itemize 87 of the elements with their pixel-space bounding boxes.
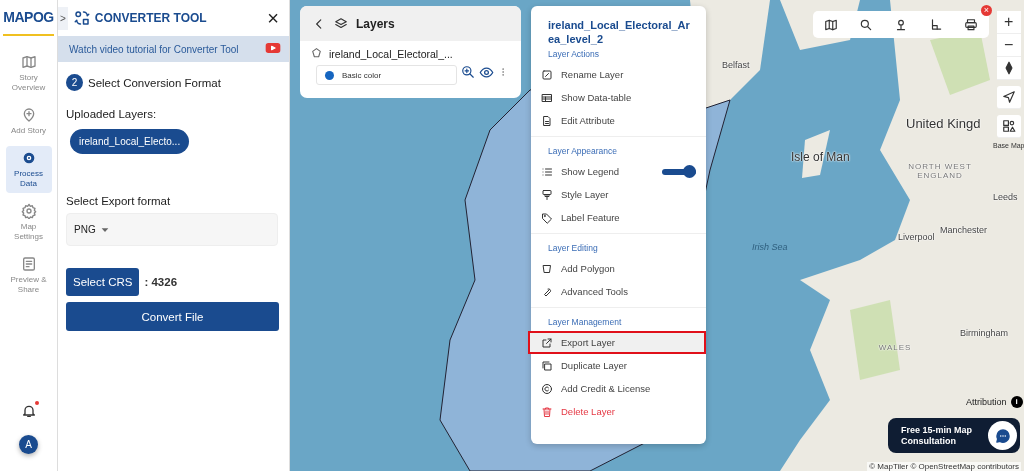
select-crs-button[interactable]: Select CRS	[66, 268, 140, 296]
basemap-button[interactable]	[996, 115, 1021, 138]
tag-icon	[541, 211, 553, 224]
avatar[interactable]: A	[19, 435, 38, 454]
section-heading: Layer Editing	[547, 242, 599, 255]
menu-item[interactable]: Show Legend	[531, 160, 706, 183]
color-swatch	[325, 70, 334, 80]
section-label: Uploaded Layers:	[66, 108, 158, 120]
external-link-icon	[541, 336, 553, 349]
convert-icon	[72, 9, 91, 27]
step-number: 2	[66, 74, 83, 91]
rail-item[interactable]: Map Settings	[5, 199, 52, 246]
section-heading: Layer Actions	[547, 48, 601, 61]
menu-item[interactable]: Export Layer	[528, 331, 706, 354]
crs-value: : 4326	[144, 276, 178, 288]
section-heading: Layer Appearance	[547, 145, 618, 158]
print-icon[interactable]	[964, 17, 979, 32]
bell-icon	[20, 403, 37, 419]
map-label: Manchester	[940, 225, 988, 235]
toggle-switch[interactable]	[662, 168, 696, 175]
menu-item[interactable]: Add Polygon	[531, 257, 706, 280]
map-icon	[20, 54, 37, 70]
menu-title: ireland_Local_Electoral_Area_level_2	[547, 18, 691, 46]
chat-icon	[993, 426, 1012, 445]
layers-icon	[334, 16, 348, 31]
section-label: Select Export format	[66, 195, 172, 207]
rail-item[interactable]: Add Story	[5, 103, 52, 140]
polygon-icon	[541, 262, 553, 275]
rail-item[interactable]: Preview & Share	[5, 252, 52, 299]
eye-icon	[479, 64, 494, 80]
menu-item[interactable]: Rename Layer	[531, 63, 706, 86]
menu-item[interactable]: Label Feature	[531, 206, 706, 229]
attribution-label: Attribution	[966, 397, 1007, 407]
ruler-icon[interactable]	[929, 17, 944, 32]
section-heading: Layer Management	[547, 316, 623, 329]
menu-item[interactable]: Style Layer	[531, 183, 706, 206]
panel-title: CONVERTER TOOL	[94, 11, 208, 25]
map-label: Leeds	[993, 192, 1018, 202]
map[interactable]	[290, 0, 1024, 471]
layer-name[interactable]: ireland_Local_Electoral_...	[329, 47, 453, 60]
format-dropdown[interactable]: PNG	[66, 213, 278, 246]
zoom-in-icon	[461, 65, 475, 79]
settings-icon	[20, 203, 37, 219]
map-label: United Kingd	[906, 116, 981, 131]
document-icon	[541, 114, 553, 127]
step-title: Select Conversion Format	[88, 76, 221, 89]
menu-item[interactable]: Edit Attribute	[531, 109, 706, 132]
compass-button[interactable]	[996, 57, 1021, 80]
collapse-button[interactable]: >	[58, 6, 68, 30]
polygon-icon	[310, 47, 323, 60]
map-icon[interactable]	[823, 17, 838, 32]
search-icon[interactable]	[858, 17, 873, 32]
menu-item[interactable]: Add Credit & License	[531, 377, 706, 400]
map-label: Birmingham	[960, 328, 1008, 338]
brush-icon	[541, 188, 553, 201]
trash-icon	[541, 405, 553, 418]
menu-item[interactable]: Show Data-table	[531, 86, 706, 109]
shapes-icon	[1001, 119, 1016, 133]
menu-item[interactable]: Delete Layer	[531, 400, 706, 423]
style-legend[interactable]: Basic color	[316, 65, 457, 85]
map-label: NORTH WEST ENGLAND	[907, 162, 973, 180]
zoom-in-button[interactable]: +	[996, 11, 1021, 34]
menu-item[interactable]: Duplicate Layer	[531, 354, 706, 377]
zoom-out-button[interactable]: −	[996, 34, 1021, 57]
close-button[interactable]: ×	[981, 5, 992, 16]
document-icon	[20, 256, 37, 272]
copyright-icon	[541, 382, 553, 395]
map-label: Liverpool	[898, 232, 935, 242]
map-label: Irish Sea	[752, 242, 788, 252]
close-button[interactable]: ×	[267, 8, 279, 28]
consultation-banner[interactable]: Free 15-min Map Consultation	[888, 418, 1020, 453]
locate-button[interactable]	[996, 86, 1021, 109]
map-label: WALES	[877, 343, 913, 352]
chat-button[interactable]	[988, 421, 1017, 450]
table-icon	[541, 91, 553, 104]
menu-item[interactable]: Advanced Tools	[531, 280, 706, 303]
copy-icon	[541, 359, 553, 372]
layer-chip[interactable]: ireland_Local_Electo...	[70, 129, 190, 154]
map-credits: © MapTiler © OpenStreetMap contributors	[867, 462, 1021, 471]
logo: MAPOG	[3, 0, 54, 36]
convert-button[interactable]: Convert File	[66, 302, 279, 331]
rail-item[interactable]: Process Data	[5, 146, 52, 193]
edit-icon	[541, 68, 553, 81]
panel-title: Layers	[356, 16, 395, 31]
map-label: Belfast	[722, 60, 750, 70]
rail-item[interactable]: Story Overview	[5, 50, 52, 97]
navigation-icon	[1001, 90, 1016, 104]
